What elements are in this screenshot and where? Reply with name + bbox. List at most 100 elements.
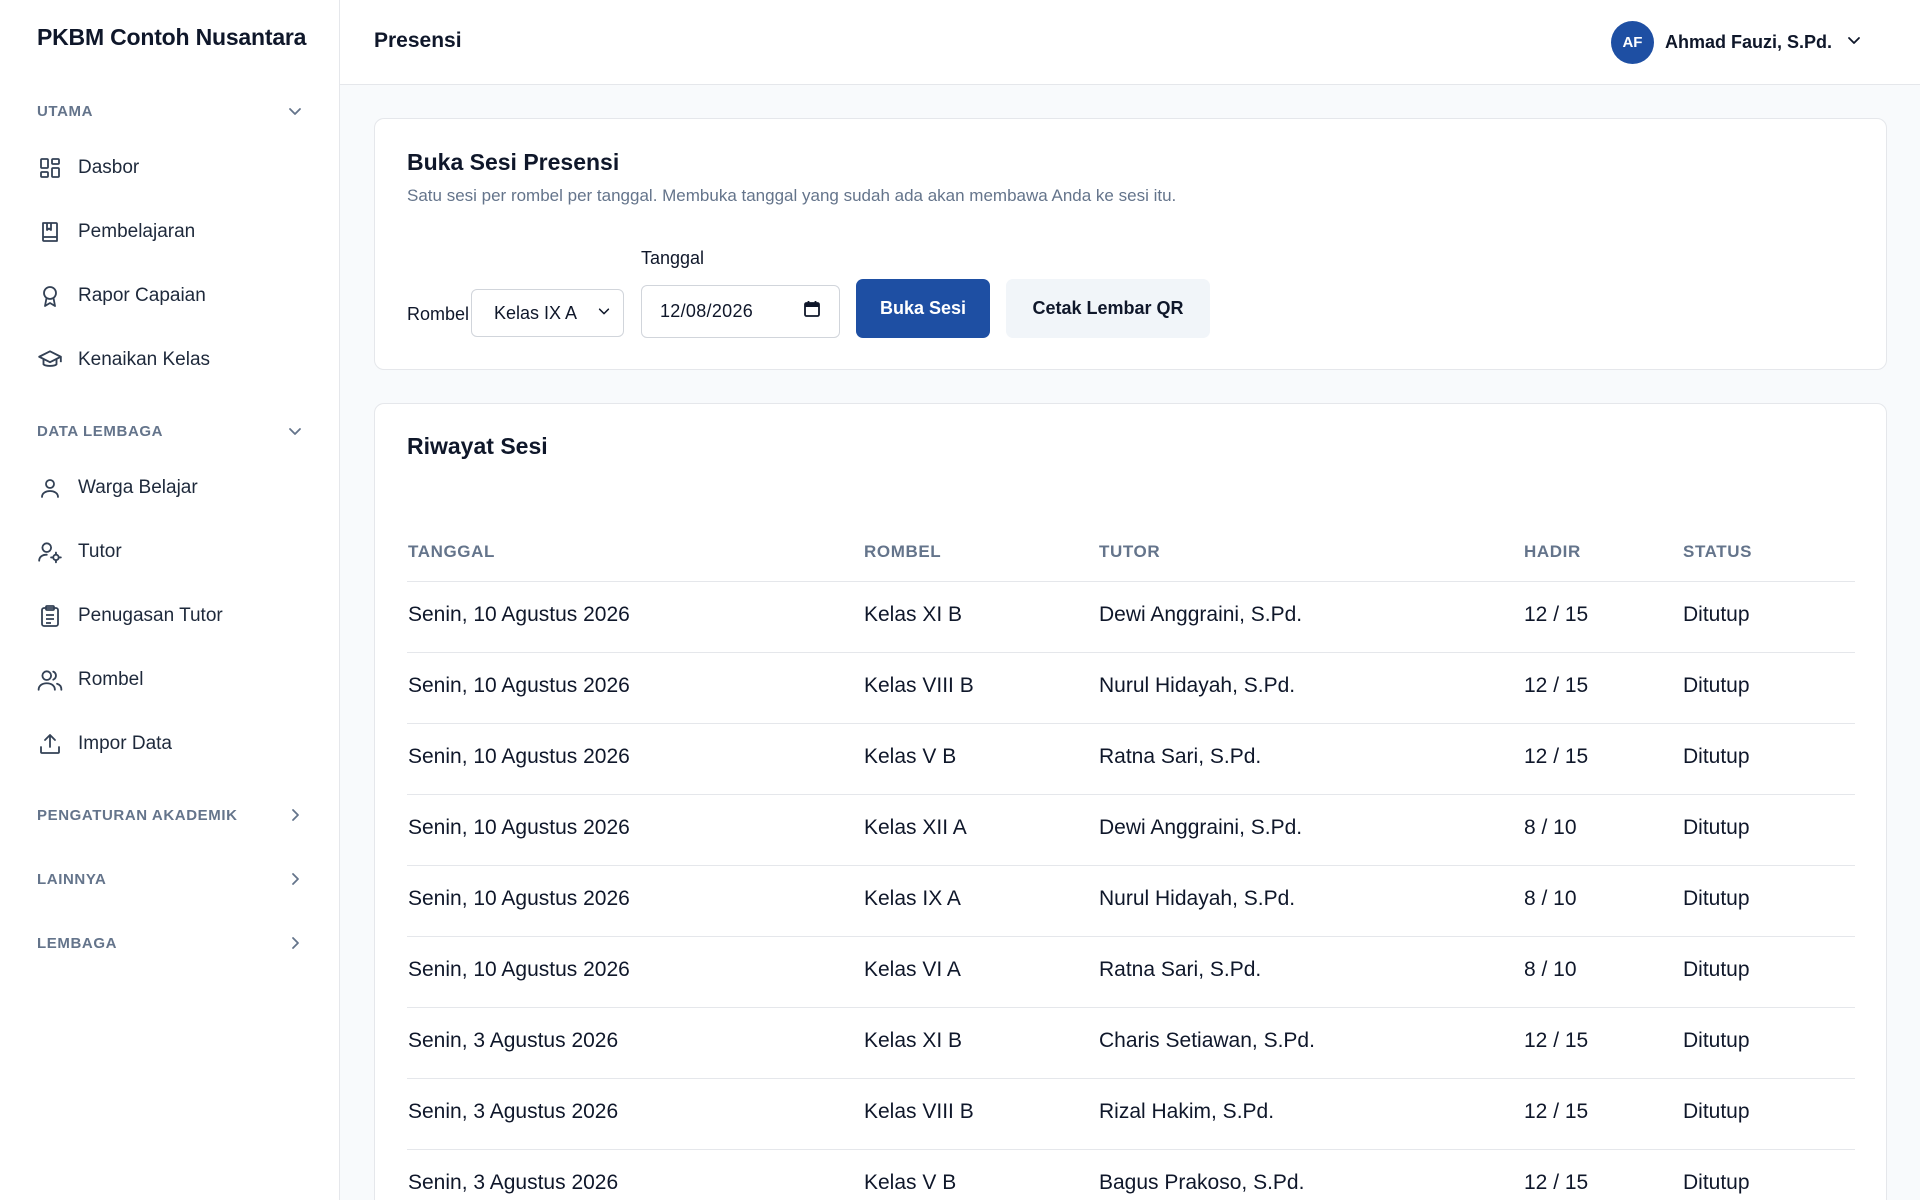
section-pengaturan-akademik[interactable]: PENGATURAN AKADEMIK bbox=[37, 800, 303, 830]
sidebar-item-penugasan-tutor[interactable]: Penugasan Tutor bbox=[37, 594, 303, 638]
cell-rombel: Kelas V B bbox=[864, 1171, 957, 1194]
sidebar-item-label: Dasbor bbox=[78, 157, 140, 178]
calendar-icon[interactable] bbox=[803, 300, 821, 323]
sidebar-item-impor-data[interactable]: Impor Data bbox=[37, 722, 303, 766]
cell-date: Senin, 3 Agustus 2026 bbox=[408, 1100, 619, 1123]
chevron-down-icon bbox=[597, 304, 611, 323]
table-header: TANGGAL ROMBEL TUTOR HADIR STATUS bbox=[407, 534, 1855, 582]
cell-status: Ditutup bbox=[1683, 674, 1750, 697]
table-row[interactable]: Senin, 3 Agustus 2026 Kelas V B Bagus Pr… bbox=[407, 1150, 1855, 1200]
sidebar: PKBM Contoh Nusantara UTAMA Dasbor Pembe… bbox=[0, 0, 340, 1200]
date-input-value: 12/08/2026 bbox=[660, 301, 754, 321]
table-row[interactable]: Senin, 3 Agustus 2026 Kelas XI B Charis … bbox=[407, 1008, 1855, 1079]
chevron-right-icon bbox=[287, 807, 303, 823]
cell-date: Senin, 10 Agustus 2026 bbox=[408, 816, 630, 839]
cell-rombel: Kelas XI B bbox=[864, 1029, 963, 1052]
cell-rombel: Kelas IX A bbox=[864, 887, 961, 910]
cell-attendance: 12 / 15 bbox=[1524, 1100, 1589, 1123]
sidebar-item-tutor[interactable]: Tutor bbox=[37, 530, 303, 574]
column-header-tanggal[interactable]: TANGGAL bbox=[408, 542, 495, 562]
sidebar-item-label: Kenaikan Kelas bbox=[78, 349, 211, 370]
avatar: AF bbox=[1610, 21, 1654, 64]
table-row[interactable]: Senin, 10 Agustus 2026 Kelas V B Ratna S… bbox=[407, 724, 1855, 795]
open-session-subtitle: Satu sesi per rombel per tanggal. Membuk… bbox=[407, 186, 1177, 205]
user-icon bbox=[37, 475, 63, 501]
cell-rombel: Kelas V B bbox=[864, 745, 957, 768]
user-menu[interactable]: AF Ahmad Fauzi, S.Pd. bbox=[1610, 21, 1862, 64]
table-row[interactable]: Senin, 3 Agustus 2026 Kelas VIII B Rizal… bbox=[407, 1079, 1855, 1150]
cell-date: Senin, 10 Agustus 2026 bbox=[408, 958, 630, 981]
brand-name[interactable]: PKBM Contoh Nusantara bbox=[37, 24, 306, 51]
cell-status: Ditutup bbox=[1683, 958, 1750, 981]
cell-attendance: 12 / 15 bbox=[1524, 745, 1589, 768]
column-header-status[interactable]: STATUS bbox=[1683, 542, 1752, 562]
chevron-down-icon bbox=[287, 103, 303, 119]
sidebar-item-label: Tutor bbox=[78, 541, 122, 562]
sidebar-item-label: Rombel bbox=[78, 669, 144, 690]
cell-attendance: 8 / 10 bbox=[1524, 887, 1577, 910]
cell-tutor: Nurul Hidayah, S.Pd. bbox=[1099, 887, 1296, 910]
open-session-card: Buka Sesi Presensi Satu sesi per rombel … bbox=[374, 118, 1887, 370]
sidebar-item-rapor-capaian[interactable]: Rapor Capaian bbox=[37, 274, 303, 318]
sidebar-item-pembelajaran[interactable]: Pembelajaran bbox=[37, 210, 303, 254]
sidebar-item-label: Pembelajaran bbox=[78, 221, 196, 242]
cell-attendance: 12 / 15 bbox=[1524, 1171, 1589, 1194]
dashboard-icon bbox=[37, 155, 63, 181]
table-row[interactable]: Senin, 10 Agustus 2026 Kelas VI A Ratna … bbox=[407, 937, 1855, 1008]
cell-tutor: Ratna Sari, S.Pd. bbox=[1099, 958, 1262, 981]
cell-date: Senin, 10 Agustus 2026 bbox=[408, 674, 630, 697]
section-data-lembaga[interactable]: DATA LEMBAGA bbox=[37, 416, 303, 446]
chevron-right-icon bbox=[287, 871, 303, 887]
table-row[interactable]: Senin, 10 Agustus 2026 Kelas XI B Dewi A… bbox=[407, 582, 1855, 653]
cell-attendance: 8 / 10 bbox=[1524, 816, 1577, 839]
section-label: PENGATURAN AKADEMIK bbox=[37, 806, 238, 824]
chevron-down-icon bbox=[287, 423, 303, 439]
award-icon bbox=[37, 283, 63, 309]
cell-tutor: Dewi Anggraini, S.Pd. bbox=[1099, 816, 1303, 839]
sidebar-item-label: Penugasan Tutor bbox=[78, 605, 223, 626]
cell-status: Ditutup bbox=[1683, 1171, 1750, 1194]
cell-status: Ditutup bbox=[1683, 1100, 1750, 1123]
open-session-title: Buka Sesi Presensi bbox=[407, 149, 620, 175]
session-history-title: Riwayat Sesi bbox=[407, 433, 548, 459]
user-gear-icon bbox=[37, 539, 63, 565]
column-header-hadir[interactable]: HADIR bbox=[1524, 542, 1581, 562]
cell-date: Senin, 3 Agustus 2026 bbox=[408, 1171, 619, 1194]
sidebar-item-dasbor[interactable]: Dasbor bbox=[37, 146, 303, 190]
section-lembaga[interactable]: LEMBAGA bbox=[37, 928, 303, 958]
session-history-card: Riwayat Sesi TANGGAL ROMBEL TUTOR HADIR … bbox=[374, 403, 1887, 1200]
cell-status: Ditutup bbox=[1683, 1029, 1750, 1052]
column-header-rombel[interactable]: ROMBEL bbox=[864, 542, 941, 562]
cell-status: Ditutup bbox=[1683, 816, 1750, 839]
clipboard-icon bbox=[37, 603, 63, 629]
users-icon bbox=[37, 667, 63, 693]
page-title: Presensi bbox=[374, 29, 462, 52]
section-utama[interactable]: UTAMA bbox=[37, 96, 303, 126]
cell-rombel: Kelas VIII B bbox=[864, 1100, 974, 1123]
open-session-button[interactable]: Buka Sesi bbox=[856, 279, 990, 338]
table-row[interactable]: Senin, 10 Agustus 2026 Kelas IX A Nurul … bbox=[407, 866, 1855, 937]
sidebar-item-kenaikan-kelas[interactable]: Kenaikan Kelas bbox=[37, 338, 303, 382]
rombel-select[interactable]: Kelas IX A bbox=[471, 289, 624, 337]
table-row[interactable]: Senin, 10 Agustus 2026 Kelas XII A Dewi … bbox=[407, 795, 1855, 866]
chevron-down-icon bbox=[1846, 32, 1862, 53]
table-row[interactable]: Senin, 10 Agustus 2026 Kelas VIII B Nuru… bbox=[407, 653, 1855, 724]
section-lainnya[interactable]: LAINNYA bbox=[37, 864, 303, 894]
topbar: Presensi AF Ahmad Fauzi, S.Pd. bbox=[340, 0, 1920, 85]
column-header-tutor[interactable]: TUTOR bbox=[1099, 542, 1160, 562]
sidebar-item-warga-belajar[interactable]: Warga Belajar bbox=[37, 466, 303, 510]
section-label: DATA LEMBAGA bbox=[37, 422, 164, 440]
date-input[interactable]: 12/08/2026 bbox=[641, 285, 840, 338]
cell-tutor: Nurul Hidayah, S.Pd. bbox=[1099, 674, 1296, 697]
cell-date: Senin, 10 Agustus 2026 bbox=[408, 745, 630, 768]
cell-date: Senin, 10 Agustus 2026 bbox=[408, 887, 630, 910]
section-label: LAINNYA bbox=[37, 870, 107, 888]
section-label: LEMBAGA bbox=[37, 934, 118, 952]
sidebar-item-rombel[interactable]: Rombel bbox=[37, 658, 303, 702]
cell-tutor: Dewi Anggraini, S.Pd. bbox=[1099, 603, 1303, 626]
rombel-label: Rombel bbox=[407, 304, 470, 324]
rombel-select-value: Kelas IX A bbox=[494, 302, 578, 323]
cell-status: Ditutup bbox=[1683, 887, 1750, 910]
sidebar-item-label: Impor Data bbox=[78, 733, 172, 754]
print-qr-button[interactable]: Cetak Lembar QR bbox=[1006, 279, 1210, 338]
